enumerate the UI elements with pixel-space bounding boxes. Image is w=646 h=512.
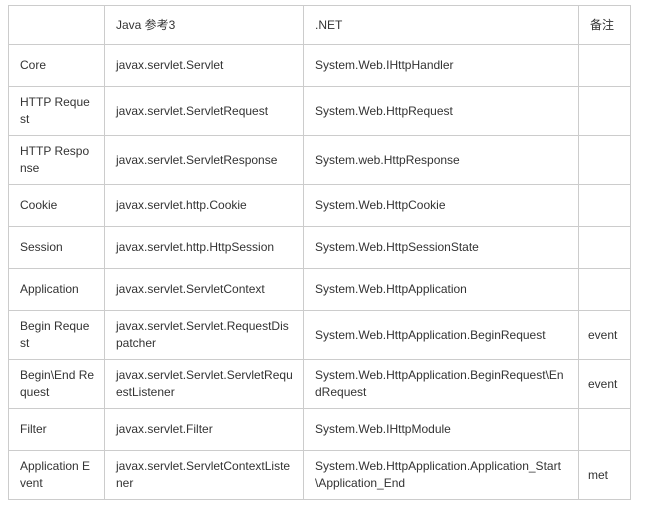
table-row: HTTP Request javax.servlet.ServletRequest… <box>8 86 631 136</box>
cell-net: System.Web.HttpApplication.Application_S… <box>303 450 579 500</box>
cell-topic: Filter <box>8 408 105 451</box>
cell-topic: Begin Request <box>8 310 105 360</box>
cell-topic: Cookie <box>8 184 105 227</box>
cell-java: javax.servlet.Servlet <box>104 44 304 87</box>
cell-net: System.Web.HttpRequest <box>303 86 579 136</box>
cell-remark <box>578 226 631 269</box>
table-row: Application Event javax.servlet.ServletCo… <box>8 450 631 500</box>
cell-net: System.Web.HttpApplication.BeginRequest\… <box>303 359 579 409</box>
cell-topic: HTTP Request <box>8 86 105 136</box>
cell-java: javax.servlet.http.Cookie <box>104 184 304 227</box>
cell-topic: Session <box>8 226 105 269</box>
cell-topic: Begin\End Request <box>8 359 105 409</box>
cell-remark: event <box>578 310 631 360</box>
column-header-dotnet: .NET <box>303 5 579 45</box>
table-row: Begin\End Request javax.servlet.Servlet.S… <box>8 359 631 409</box>
cell-net: System.Web.HttpApplication.BeginRequest <box>303 310 579 360</box>
table-row: HTTP Response javax.servlet.ServletRespon… <box>8 135 631 185</box>
cell-remark <box>578 268 631 311</box>
cell-net: System.Web.IHttpModule <box>303 408 579 451</box>
cell-topic: Application <box>8 268 105 311</box>
column-header-topic <box>8 5 105 45</box>
table-row: Begin Request javax.servlet.Servlet.Reque… <box>8 310 631 360</box>
table-header: Java 参考3 .NET 备注 <box>8 5 631 45</box>
cell-java: javax.servlet.Filter <box>104 408 304 451</box>
cell-remark <box>578 86 631 136</box>
column-header-java: Java 参考3 <box>104 5 304 45</box>
table-header-row: Java 参考3 .NET 备注 <box>8 5 631 45</box>
table-row: Application javax.servlet.ServletContext S… <box>8 268 631 311</box>
cell-topic: Core <box>8 44 105 87</box>
cell-remark: met <box>578 450 631 500</box>
cell-remark <box>578 135 631 185</box>
comparison-table: Java 参考3 .NET 备注 Core javax.servlet.Servl… <box>8 5 631 500</box>
cell-java: javax.servlet.Servlet.RequestDispatcher <box>104 310 304 360</box>
cell-java: javax.servlet.ServletContext <box>104 268 304 311</box>
cell-remark <box>578 44 631 87</box>
page-root: Java 参考3 .NET 备注 Core javax.servlet.Servl… <box>0 0 646 512</box>
cell-java: javax.servlet.ServletContextListener <box>104 450 304 500</box>
cell-java: javax.servlet.http.HttpSession <box>104 226 304 269</box>
table-body: Core javax.servlet.Servlet System.Web.IHtt… <box>8 44 631 500</box>
cell-topic: HTTP Response <box>8 135 105 185</box>
cell-net: System.Web.HttpSessionState <box>303 226 579 269</box>
cell-java: javax.servlet.ServletResponse <box>104 135 304 185</box>
cell-remark <box>578 184 631 227</box>
cell-topic: Application Event <box>8 450 105 500</box>
column-header-remark: 备注 <box>578 5 631 45</box>
cell-net: System.Web.IHttpHandler <box>303 44 579 87</box>
cell-net: System.Web.HttpCookie <box>303 184 579 227</box>
cell-net: System.Web.HttpApplication <box>303 268 579 311</box>
table-row: Session javax.servlet.http.HttpSession Sys… <box>8 226 631 269</box>
cell-java: javax.servlet.Servlet.ServletRequestList… <box>104 359 304 409</box>
cell-remark <box>578 408 631 451</box>
cell-remark: event <box>578 359 631 409</box>
cell-net: System.web.HttpResponse <box>303 135 579 185</box>
table-row: Filter javax.servlet.Filter System.Web.IHt… <box>8 408 631 451</box>
cell-java: javax.servlet.ServletRequest <box>104 86 304 136</box>
table-row: Core javax.servlet.Servlet System.Web.IHtt… <box>8 44 631 87</box>
table-row: Cookie javax.servlet.http.Cookie System.We… <box>8 184 631 227</box>
